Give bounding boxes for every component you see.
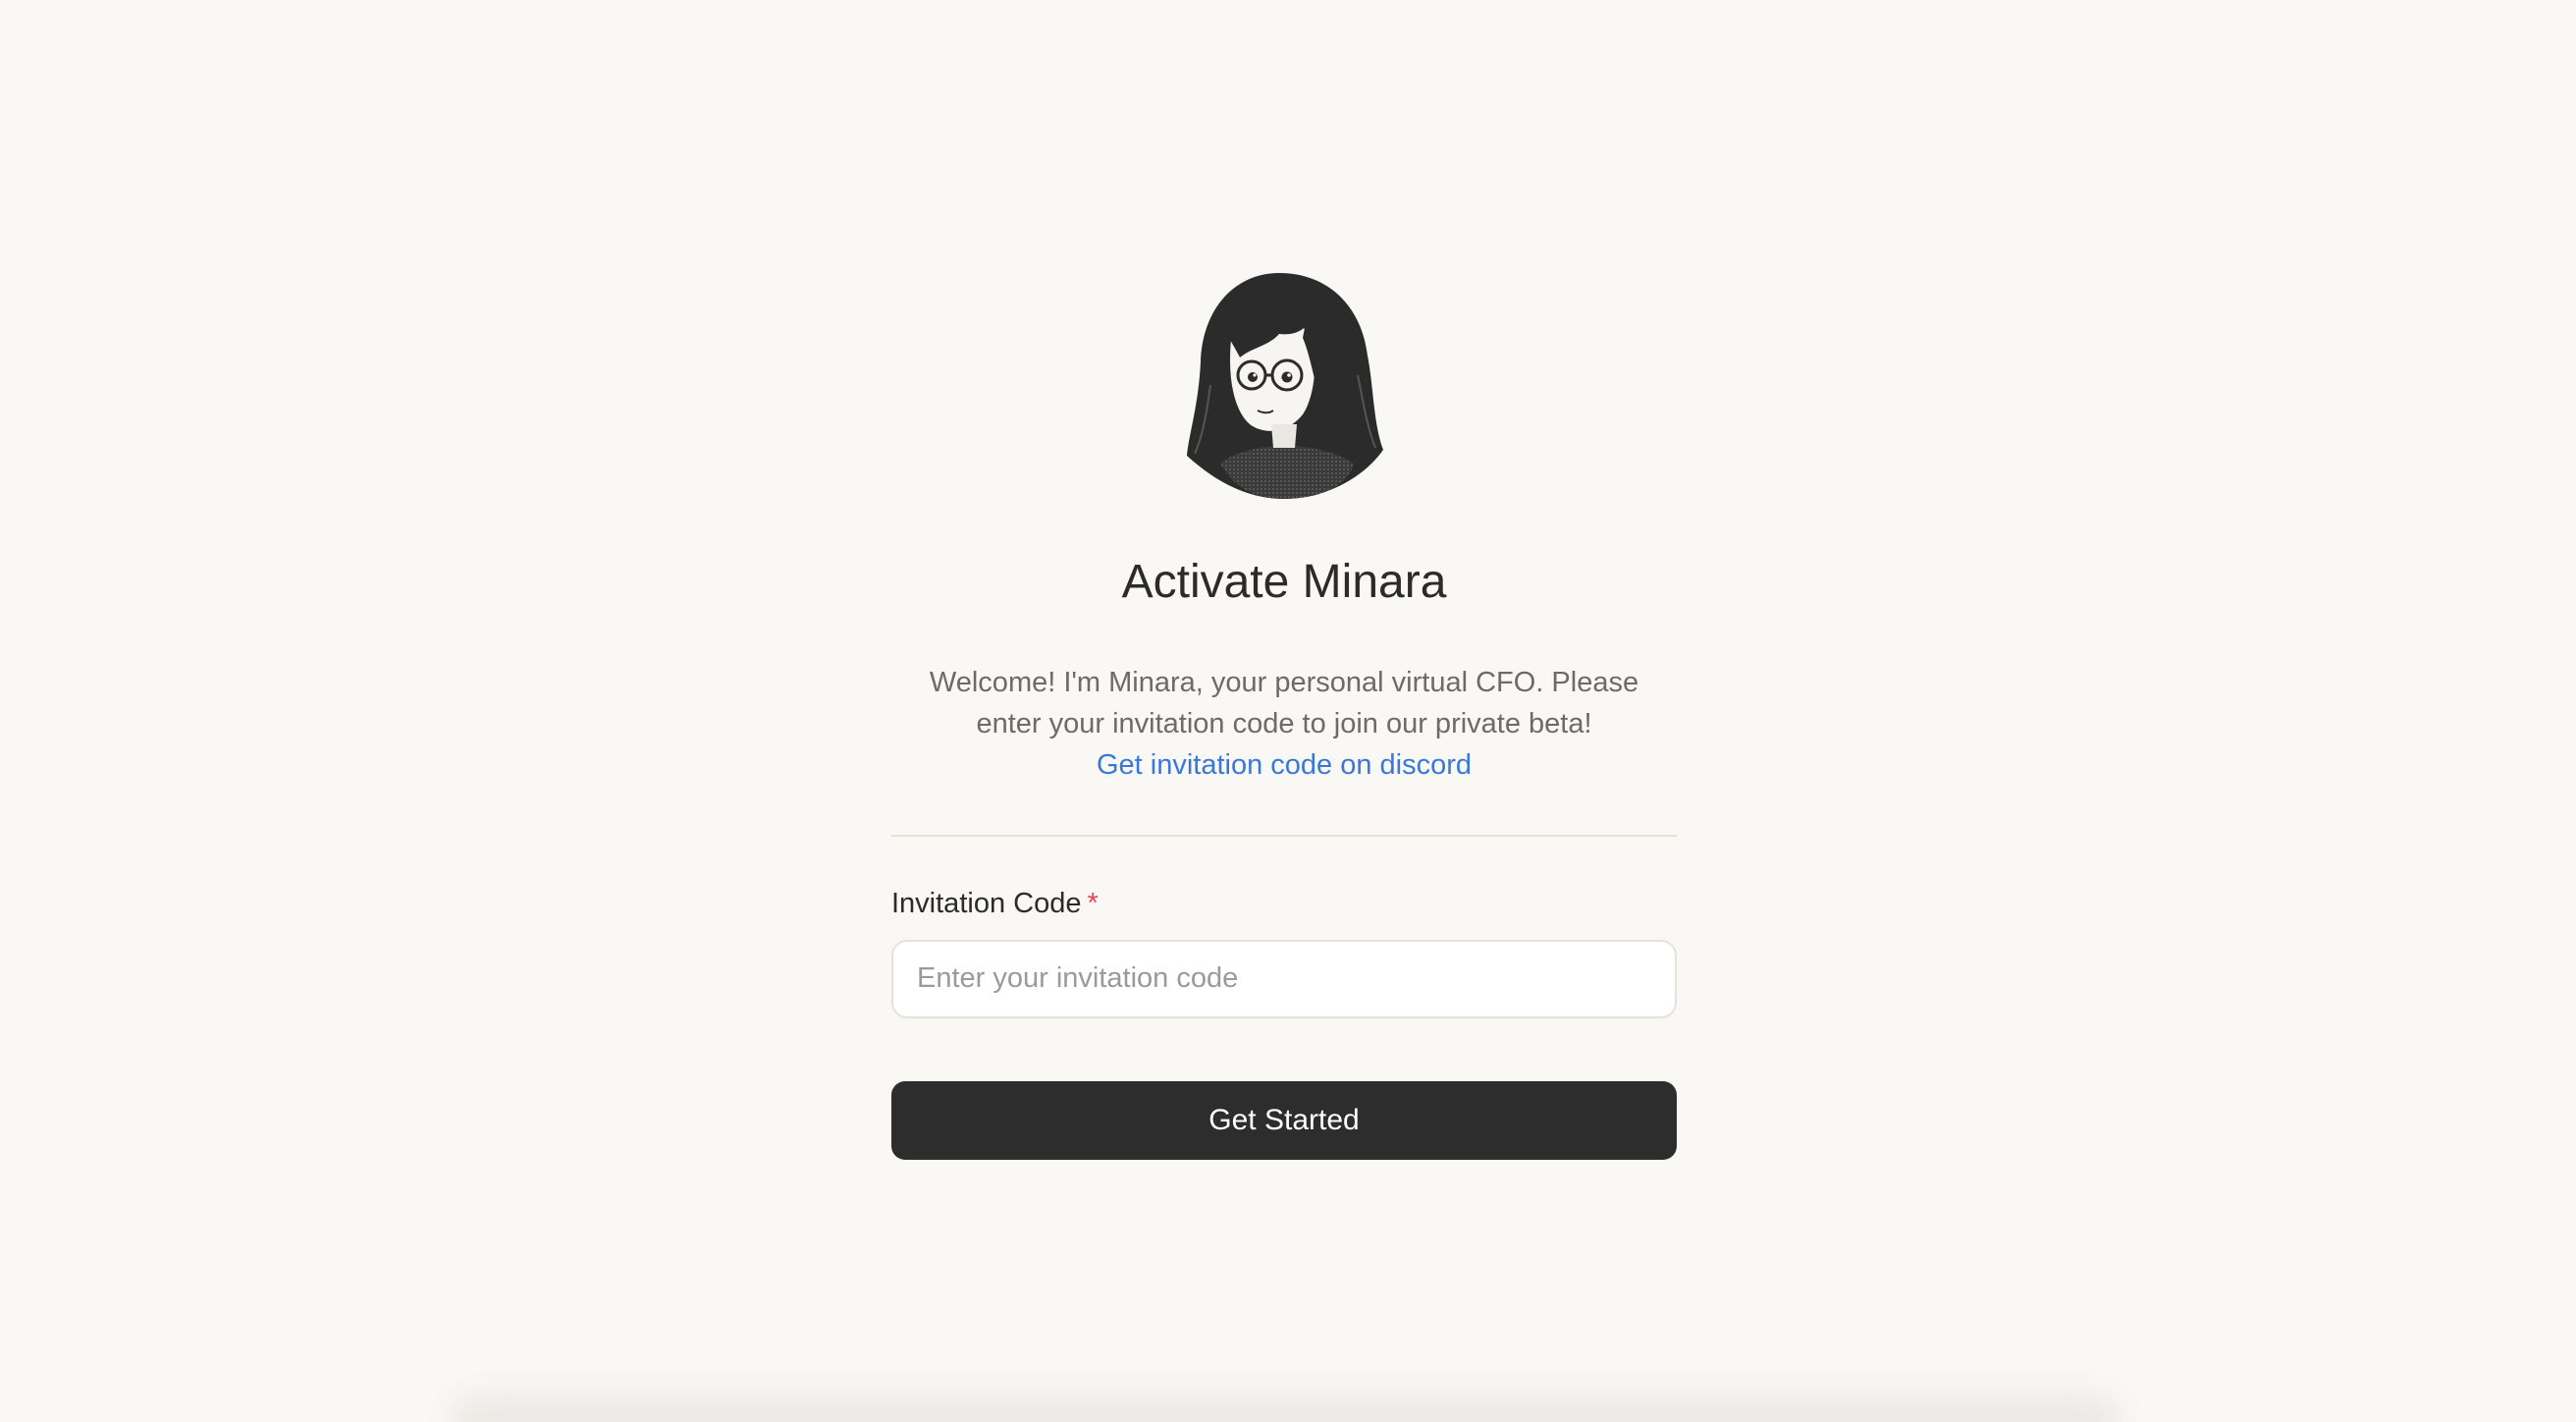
activation-page: Activate Minara Welcome! I'm Minara, you… bbox=[0, 0, 2576, 1422]
invitation-code-input[interactable] bbox=[891, 939, 1677, 1018]
invitation-code-label: Invitation Code * bbox=[891, 888, 1677, 920]
divider bbox=[891, 834, 1677, 837]
activation-card: Activate Minara Welcome! I'm Minara, you… bbox=[891, 267, 1677, 1160]
bottom-shadow bbox=[452, 1395, 2120, 1422]
minara-portrait-icon bbox=[1181, 267, 1387, 503]
page-title: Activate Minara bbox=[1121, 556, 1447, 608]
invitation-code-label-text: Invitation Code bbox=[891, 887, 1082, 919]
discord-invite-link[interactable]: Get invitation code on discord bbox=[1097, 749, 1472, 781]
required-asterisk: * bbox=[1087, 887, 1099, 919]
intro-text: Welcome! I'm Minara, your personal virtu… bbox=[929, 666, 1639, 739]
get-started-button[interactable]: Get Started bbox=[891, 1080, 1677, 1160]
intro-text-block: Welcome! I'm Minara, your personal virtu… bbox=[891, 662, 1677, 786]
